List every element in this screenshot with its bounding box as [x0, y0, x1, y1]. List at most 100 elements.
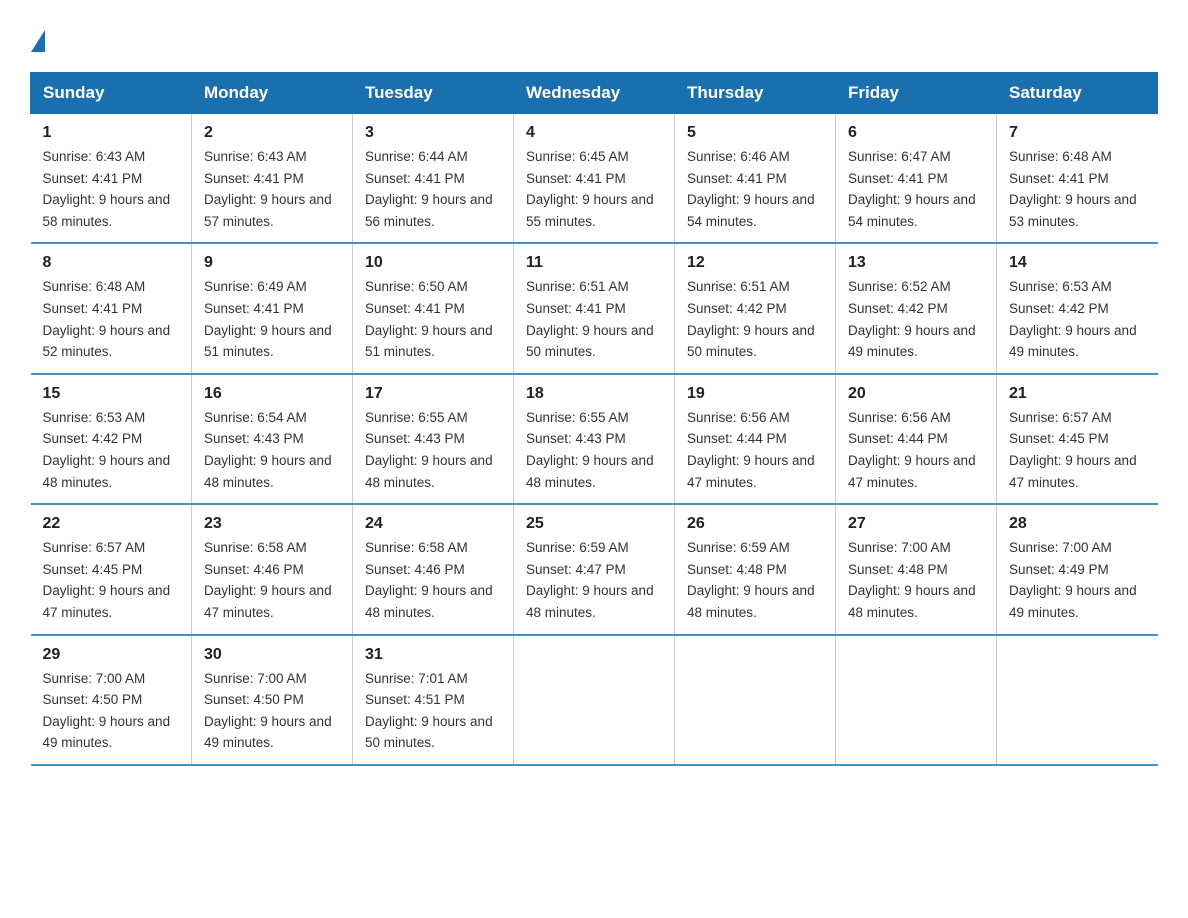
calendar-cell: 1 Sunrise: 6:43 AMSunset: 4:41 PMDayligh…	[31, 114, 192, 244]
calendar-cell: 9 Sunrise: 6:49 AMSunset: 4:41 PMDayligh…	[192, 243, 353, 373]
day-number: 26	[687, 515, 823, 533]
day-number: 8	[43, 254, 180, 272]
calendar-cell	[836, 635, 997, 765]
day-number: 31	[365, 646, 501, 664]
calendar-cell: 4 Sunrise: 6:45 AMSunset: 4:41 PMDayligh…	[514, 114, 675, 244]
day-info: Sunrise: 6:51 AMSunset: 4:42 PMDaylight:…	[687, 276, 823, 362]
day-info: Sunrise: 7:00 AMSunset: 4:50 PMDaylight:…	[43, 668, 180, 754]
day-number: 2	[204, 124, 340, 142]
calendar-week-row: 22 Sunrise: 6:57 AMSunset: 4:45 PMDaylig…	[31, 504, 1158, 634]
day-info: Sunrise: 6:58 AMSunset: 4:46 PMDaylight:…	[204, 537, 340, 623]
calendar-cell: 29 Sunrise: 7:00 AMSunset: 4:50 PMDaylig…	[31, 635, 192, 765]
calendar-cell: 16 Sunrise: 6:54 AMSunset: 4:43 PMDaylig…	[192, 374, 353, 504]
calendar-cell: 13 Sunrise: 6:52 AMSunset: 4:42 PMDaylig…	[836, 243, 997, 373]
calendar-cell: 20 Sunrise: 6:56 AMSunset: 4:44 PMDaylig…	[836, 374, 997, 504]
day-info: Sunrise: 6:45 AMSunset: 4:41 PMDaylight:…	[526, 146, 662, 232]
day-number: 7	[1009, 124, 1146, 142]
day-number: 9	[204, 254, 340, 272]
calendar-cell: 10 Sunrise: 6:50 AMSunset: 4:41 PMDaylig…	[353, 243, 514, 373]
day-info: Sunrise: 6:51 AMSunset: 4:41 PMDaylight:…	[526, 276, 662, 362]
calendar-cell: 19 Sunrise: 6:56 AMSunset: 4:44 PMDaylig…	[675, 374, 836, 504]
calendar-table: SundayMondayTuesdayWednesdayThursdayFrid…	[30, 72, 1158, 766]
day-info: Sunrise: 6:44 AMSunset: 4:41 PMDaylight:…	[365, 146, 501, 232]
day-info: Sunrise: 6:57 AMSunset: 4:45 PMDaylight:…	[43, 537, 180, 623]
calendar-cell	[514, 635, 675, 765]
calendar-cell: 8 Sunrise: 6:48 AMSunset: 4:41 PMDayligh…	[31, 243, 192, 373]
calendar-cell: 25 Sunrise: 6:59 AMSunset: 4:47 PMDaylig…	[514, 504, 675, 634]
day-number: 27	[848, 515, 984, 533]
day-number: 23	[204, 515, 340, 533]
day-info: Sunrise: 6:54 AMSunset: 4:43 PMDaylight:…	[204, 407, 340, 493]
day-info: Sunrise: 6:58 AMSunset: 4:46 PMDaylight:…	[365, 537, 501, 623]
day-info: Sunrise: 6:53 AMSunset: 4:42 PMDaylight:…	[43, 407, 180, 493]
day-number: 1	[43, 124, 180, 142]
day-number: 11	[526, 254, 662, 272]
day-info: Sunrise: 6:59 AMSunset: 4:47 PMDaylight:…	[526, 537, 662, 623]
day-info: Sunrise: 7:00 AMSunset: 4:48 PMDaylight:…	[848, 537, 984, 623]
day-number: 22	[43, 515, 180, 533]
calendar-week-row: 29 Sunrise: 7:00 AMSunset: 4:50 PMDaylig…	[31, 635, 1158, 765]
header-sunday: Sunday	[31, 73, 192, 114]
day-info: Sunrise: 6:56 AMSunset: 4:44 PMDaylight:…	[848, 407, 984, 493]
day-info: Sunrise: 6:52 AMSunset: 4:42 PMDaylight:…	[848, 276, 984, 362]
day-info: Sunrise: 7:01 AMSunset: 4:51 PMDaylight:…	[365, 668, 501, 754]
day-info: Sunrise: 6:53 AMSunset: 4:42 PMDaylight:…	[1009, 276, 1146, 362]
day-info: Sunrise: 6:48 AMSunset: 4:41 PMDaylight:…	[1009, 146, 1146, 232]
calendar-cell: 21 Sunrise: 6:57 AMSunset: 4:45 PMDaylig…	[997, 374, 1158, 504]
calendar-cell: 22 Sunrise: 6:57 AMSunset: 4:45 PMDaylig…	[31, 504, 192, 634]
calendar-cell: 3 Sunrise: 6:44 AMSunset: 4:41 PMDayligh…	[353, 114, 514, 244]
calendar-cell: 2 Sunrise: 6:43 AMSunset: 4:41 PMDayligh…	[192, 114, 353, 244]
day-number: 5	[687, 124, 823, 142]
day-info: Sunrise: 6:55 AMSunset: 4:43 PMDaylight:…	[365, 407, 501, 493]
day-number: 30	[204, 646, 340, 664]
calendar-cell: 17 Sunrise: 6:55 AMSunset: 4:43 PMDaylig…	[353, 374, 514, 504]
day-info: Sunrise: 6:57 AMSunset: 4:45 PMDaylight:…	[1009, 407, 1146, 493]
calendar-cell: 27 Sunrise: 7:00 AMSunset: 4:48 PMDaylig…	[836, 504, 997, 634]
calendar-cell: 26 Sunrise: 6:59 AMSunset: 4:48 PMDaylig…	[675, 504, 836, 634]
calendar-cell: 15 Sunrise: 6:53 AMSunset: 4:42 PMDaylig…	[31, 374, 192, 504]
calendar-cell	[675, 635, 836, 765]
calendar-cell: 11 Sunrise: 6:51 AMSunset: 4:41 PMDaylig…	[514, 243, 675, 373]
calendar-week-row: 1 Sunrise: 6:43 AMSunset: 4:41 PMDayligh…	[31, 114, 1158, 244]
day-number: 21	[1009, 385, 1146, 403]
calendar-week-row: 8 Sunrise: 6:48 AMSunset: 4:41 PMDayligh…	[31, 243, 1158, 373]
day-number: 15	[43, 385, 180, 403]
calendar-cell: 30 Sunrise: 7:00 AMSunset: 4:50 PMDaylig…	[192, 635, 353, 765]
header-monday: Monday	[192, 73, 353, 114]
day-info: Sunrise: 7:00 AMSunset: 4:49 PMDaylight:…	[1009, 537, 1146, 623]
page-header	[30, 30, 1158, 52]
logo	[30, 30, 46, 52]
day-info: Sunrise: 6:47 AMSunset: 4:41 PMDaylight:…	[848, 146, 984, 232]
calendar-cell: 6 Sunrise: 6:47 AMSunset: 4:41 PMDayligh…	[836, 114, 997, 244]
day-info: Sunrise: 6:50 AMSunset: 4:41 PMDaylight:…	[365, 276, 501, 362]
day-number: 29	[43, 646, 180, 664]
day-info: Sunrise: 6:43 AMSunset: 4:41 PMDaylight:…	[204, 146, 340, 232]
day-number: 10	[365, 254, 501, 272]
calendar-header-row: SundayMondayTuesdayWednesdayThursdayFrid…	[31, 73, 1158, 114]
day-info: Sunrise: 6:55 AMSunset: 4:43 PMDaylight:…	[526, 407, 662, 493]
day-info: Sunrise: 6:59 AMSunset: 4:48 PMDaylight:…	[687, 537, 823, 623]
day-number: 18	[526, 385, 662, 403]
calendar-week-row: 15 Sunrise: 6:53 AMSunset: 4:42 PMDaylig…	[31, 374, 1158, 504]
calendar-cell: 5 Sunrise: 6:46 AMSunset: 4:41 PMDayligh…	[675, 114, 836, 244]
day-info: Sunrise: 6:46 AMSunset: 4:41 PMDaylight:…	[687, 146, 823, 232]
day-number: 6	[848, 124, 984, 142]
header-friday: Friday	[836, 73, 997, 114]
calendar-cell: 23 Sunrise: 6:58 AMSunset: 4:46 PMDaylig…	[192, 504, 353, 634]
day-number: 24	[365, 515, 501, 533]
day-number: 17	[365, 385, 501, 403]
calendar-cell: 24 Sunrise: 6:58 AMSunset: 4:46 PMDaylig…	[353, 504, 514, 634]
day-number: 20	[848, 385, 984, 403]
calendar-cell: 14 Sunrise: 6:53 AMSunset: 4:42 PMDaylig…	[997, 243, 1158, 373]
day-info: Sunrise: 6:49 AMSunset: 4:41 PMDaylight:…	[204, 276, 340, 362]
day-info: Sunrise: 6:43 AMSunset: 4:41 PMDaylight:…	[43, 146, 180, 232]
day-info: Sunrise: 6:48 AMSunset: 4:41 PMDaylight:…	[43, 276, 180, 362]
day-number: 16	[204, 385, 340, 403]
calendar-cell: 28 Sunrise: 7:00 AMSunset: 4:49 PMDaylig…	[997, 504, 1158, 634]
logo-triangle-icon	[31, 30, 45, 52]
calendar-cell: 7 Sunrise: 6:48 AMSunset: 4:41 PMDayligh…	[997, 114, 1158, 244]
day-number: 14	[1009, 254, 1146, 272]
calendar-cell: 12 Sunrise: 6:51 AMSunset: 4:42 PMDaylig…	[675, 243, 836, 373]
day-number: 4	[526, 124, 662, 142]
day-number: 13	[848, 254, 984, 272]
